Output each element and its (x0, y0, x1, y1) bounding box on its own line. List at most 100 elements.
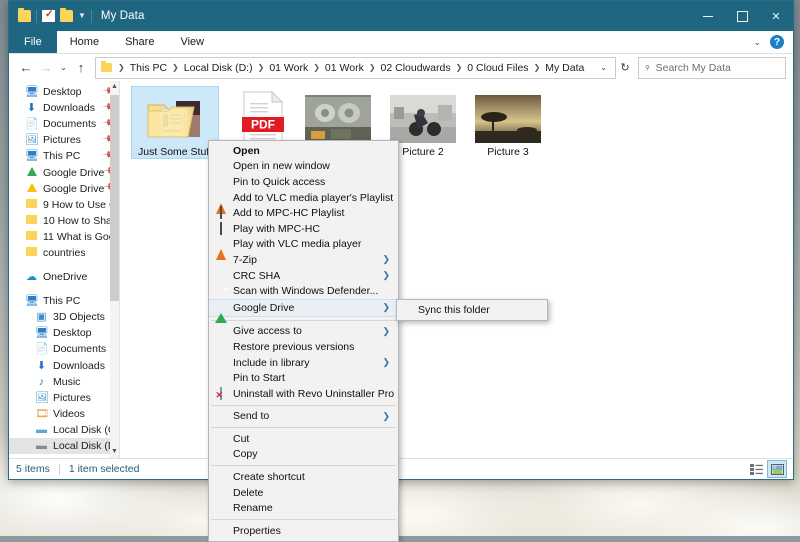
up-arrow-icon[interactable]: ↑ (71, 58, 91, 78)
menu-item-include-in-library[interactable]: Include in library ❯ (209, 355, 398, 371)
search-input[interactable]: ⌕ Search My Data (638, 56, 786, 79)
menu-item-sync-this-folder[interactable]: Sync this folder (397, 302, 547, 318)
dropdown-caret-icon[interactable]: ▼ (78, 12, 86, 20)
scroll-down-icon[interactable]: ▼ (110, 446, 119, 458)
tab-home[interactable]: Home (57, 31, 112, 53)
menu-item-crc-sha[interactable]: CRC SHA ❯ (209, 268, 398, 284)
menu-separator (211, 319, 396, 321)
breadcrumb-item-01-work[interactable]: 01 Work (267, 62, 310, 74)
nav-scrollbar-thumb[interactable] (110, 95, 119, 301)
sidebar-item-label: Pictures (53, 391, 91, 404)
close-button[interactable]: ✕ (759, 1, 793, 31)
sidebar-item-9-how-to-use-go[interactable]: 9 How to Use Go (9, 197, 119, 213)
menu-item-create-shortcut[interactable]: Create shortcut (209, 469, 398, 485)
chevron-down-icon[interactable]: ⌄ (753, 37, 761, 48)
videos-icon: 🎞 (35, 407, 49, 420)
menu-item-open-in-new-window[interactable]: Open in new window (209, 159, 398, 175)
sidebar-item-this-pc-quick[interactable]: 🖥 This PC 📌 (9, 147, 119, 164)
details-view-icon[interactable] (747, 461, 765, 477)
sidebar-item-downloads[interactable]: ⬇ Downloads 📌 (9, 99, 119, 116)
help-icon[interactable]: ? (770, 35, 784, 49)
sidebar-item-downloads-pc[interactable]: ⬇ Downloads (9, 358, 119, 374)
menu-item-give-access-to[interactable]: Give access to ❯ (209, 324, 398, 340)
list-item[interactable]: Just Some Stuff (131, 86, 219, 159)
google-drive-icon (25, 166, 38, 179)
chevron-right-icon: ❯ (382, 254, 390, 265)
tab-file[interactable]: File (9, 31, 57, 53)
list-item[interactable]: PDF (220, 87, 306, 146)
sidebar-item-label: 10 How to Share (43, 214, 119, 227)
menu-item-label: Open in new window (233, 160, 330, 173)
menu-item-open[interactable]: Open (209, 143, 398, 159)
menu-item-rename[interactable]: Rename (209, 500, 398, 516)
breadcrumb[interactable]: ❯ This PC ❯ Local Disk (D:) ❯ 01 Work ❯ … (95, 56, 616, 79)
menu-item-properties[interactable]: Properties (209, 523, 398, 539)
menu-item-cut[interactable]: Cut (209, 431, 398, 447)
sidebar-item-onedrive[interactable]: ☁ OneDrive (9, 269, 119, 285)
sidebar-item-10-how-to-share[interactable]: 10 How to Share (9, 213, 119, 229)
menu-item-add-to-mpc-hc-playlist[interactable]: Add to MPC-HC Playlist (209, 205, 398, 221)
nav-scrollbar[interactable]: ▲ ▼ (110, 81, 119, 458)
sidebar-item-countries[interactable]: countries (9, 245, 119, 261)
sidebar-item-desktop-pc[interactable]: 🖥 Desktop (9, 325, 119, 341)
menu-item-label: Create shortcut (233, 471, 305, 484)
menu-item-delete[interactable]: Delete (209, 485, 398, 501)
properties-icon[interactable] (42, 10, 55, 22)
menu-item-uninstall-with-revo[interactable]: Uninstall with Revo Uninstaller Pro (209, 386, 398, 402)
sidebar-item-label: Downloads (43, 102, 95, 115)
refresh-icon[interactable]: ↻ (616, 61, 634, 74)
tab-share[interactable]: Share (112, 31, 167, 53)
menu-item-pin-to-quick-access[interactable]: Pin to Quick access (209, 174, 398, 190)
sidebar-item-local-disk-c[interactable]: ▬ Local Disk (C:) (9, 422, 119, 438)
menu-icon-placeholder (212, 175, 230, 189)
sidebar-item-local-disk-d[interactable]: ▬ Local Disk (D:) (9, 437, 119, 455)
sidebar-item-documents-pc[interactable]: 📄 Documents (9, 341, 119, 357)
quick-access-toolbar: ▼ (9, 8, 92, 23)
breadcrumb-item-02-cloudwards[interactable]: 02 Cloudwards (379, 62, 453, 74)
context-submenu-google-drive[interactable]: Sync this folder (396, 299, 548, 321)
back-arrow-icon[interactable]: ← (16, 58, 36, 78)
menu-item-add-to-vlc-playlist[interactable]: Add to VLC media player's Playlist (209, 190, 398, 214)
title-bar: ▼ My Data ✕ (9, 1, 793, 31)
google-drive-icon (212, 301, 230, 323)
sidebar-item-documents[interactable]: 📄 Documents 📌 (9, 115, 119, 132)
breadcrumb-item-local-disk-d[interactable]: Local Disk (D:) (182, 62, 255, 74)
menu-item-play-with-mpc-hc[interactable]: Play with MPC-HC (209, 221, 398, 237)
breadcrumb-item-my-data[interactable]: My Data (543, 62, 586, 74)
sidebar-item-pictures-pc[interactable]: 🖼 Pictures (9, 390, 119, 406)
sidebar-item-pictures[interactable]: 🖼 Pictures 📌 (9, 131, 119, 148)
recent-locations-icon[interactable]: ⌄ (56, 58, 71, 78)
menu-item-copy[interactable]: Copy (209, 447, 398, 463)
sidebar-item-3d-objects[interactable]: ▣ 3D Objects (9, 309, 119, 325)
sidebar-item-videos[interactable]: 🎞 Videos (9, 406, 119, 422)
folder-icon[interactable] (18, 8, 31, 22)
breadcrumb-item-0-cloud-files[interactable]: 0 Cloud Files (465, 62, 530, 74)
sidebar-item-desktop[interactable]: 🖥 Desktop 📌 (9, 82, 119, 100)
list-item[interactable]: Picture 3 (465, 87, 551, 158)
menu-item-pin-to-start[interactable]: Pin to Start (209, 370, 398, 386)
sidebar-item-this-pc[interactable]: 🖥 This PC (9, 293, 119, 309)
sidebar-item-11-what-is-goog[interactable]: 11 What is Goog (9, 229, 119, 245)
minimize-button[interactable] (691, 1, 725, 31)
maximize-button[interactable] (725, 1, 759, 31)
sidebar-item-google-drive-1[interactable]: Google Drive 📌 (9, 163, 119, 180)
scroll-up-icon[interactable]: ▲ (110, 81, 119, 93)
large-icons-view-icon[interactable] (767, 460, 787, 478)
tab-view[interactable]: View (167, 31, 217, 53)
menu-item-restore-previous-versions[interactable]: Restore previous versions (209, 339, 398, 355)
chevron-down-icon[interactable]: ⌄ (595, 63, 612, 72)
context-menu[interactable]: Open Open in new window Pin to Quick acc… (208, 140, 399, 542)
breadcrumb-item-this-pc[interactable]: This PC (128, 62, 169, 74)
sidebar-item-music[interactable]: ♪ Music (9, 374, 119, 390)
new-folder-icon[interactable] (60, 8, 73, 22)
sidebar-item-google-drive-2[interactable]: Google Drive 📌 (9, 179, 119, 197)
breadcrumb-separator: ❯ (118, 63, 125, 72)
menu-item-play-with-vlc[interactable]: Play with VLC media player (209, 237, 398, 261)
breadcrumb-item-01-work-2[interactable]: 01 Work (323, 62, 366, 74)
menu-item-send-to[interactable]: Send to ❯ (209, 409, 398, 425)
menu-item-google-drive[interactable]: Google Drive ❯ (209, 298, 398, 323)
menu-item-scan-with-windows-defender[interactable]: Scan with Windows Defender... (209, 283, 398, 299)
menu-item-7-zip[interactable]: 7-Zip ❯ (209, 252, 398, 268)
forward-arrow-icon[interactable]: → (36, 58, 56, 78)
navigation-pane[interactable]: 🖥 Desktop 📌 ⬇ Downloads 📌 📄 Documents 📌 … (9, 81, 119, 458)
